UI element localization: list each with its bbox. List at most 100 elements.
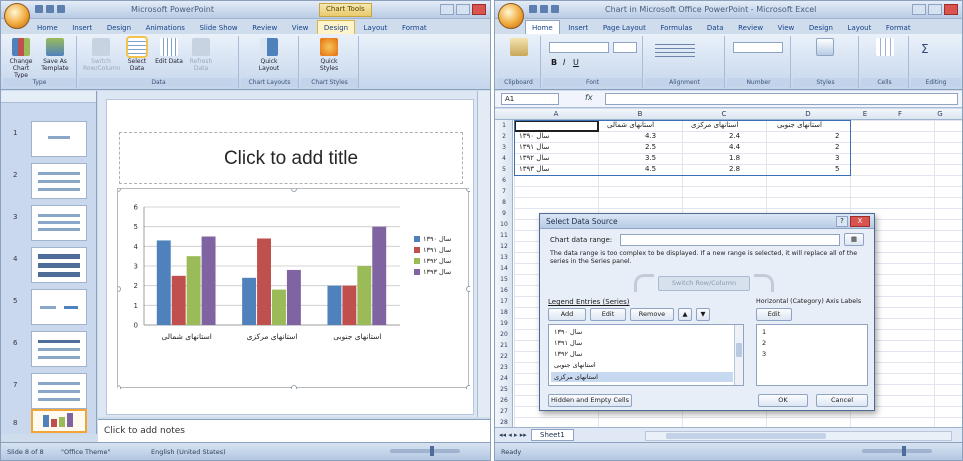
save-icon[interactable]: [35, 5, 43, 13]
tab-chart-design[interactable]: Design: [803, 21, 839, 35]
row-header-23[interactable]: 23: [495, 364, 513, 371]
zoom-slider[interactable]: [390, 446, 460, 456]
sheet-nav-icon[interactable]: ◂◂ ◂ ▸ ▸▸: [499, 431, 527, 439]
row-header-16[interactable]: 16: [495, 287, 513, 294]
slide-vertical-scrollbar[interactable]: [477, 91, 490, 417]
column-header-a[interactable]: A: [514, 110, 598, 118]
row-header-10[interactable]: 10: [495, 221, 513, 228]
header-cell-c1[interactable]: استانهای مرکزی: [691, 121, 738, 129]
minimize-button[interactable]: [440, 4, 454, 15]
row-header-7[interactable]: 7: [495, 188, 513, 195]
value-cell[interactable]: 5: [835, 165, 839, 173]
paste-button[interactable]: [505, 38, 533, 58]
row-label-cell[interactable]: سال ۱۳۹۰: [519, 132, 549, 140]
dialog-close-button[interactable]: X: [850, 216, 870, 227]
row-header-4[interactable]: 4: [495, 155, 513, 162]
axis-list-item[interactable]: 1: [759, 327, 857, 337]
header-cell-b1[interactable]: استانهای شمالی: [607, 121, 654, 129]
row-header-11[interactable]: 11: [495, 232, 513, 239]
change-chart-type-button[interactable]: Change Chart Type: [7, 38, 35, 79]
title-placeholder[interactable]: Click to add title: [119, 132, 463, 184]
row-header-1[interactable]: 1: [495, 122, 513, 129]
value-cell[interactable]: 4.5: [645, 165, 656, 173]
tab-chart-format[interactable]: Format: [396, 21, 433, 35]
tab-view[interactable]: View: [772, 21, 801, 35]
scroll-thumb[interactable]: [736, 343, 742, 357]
slide-thumbnail-1[interactable]: [31, 121, 87, 157]
row-header-12[interactable]: 12: [495, 243, 513, 250]
save-as-template-button[interactable]: Save As Template: [41, 38, 69, 72]
value-cell[interactable]: 2: [835, 132, 839, 140]
office-button[interactable]: [498, 3, 524, 29]
column-header-f[interactable]: F: [885, 110, 915, 118]
value-cell[interactable]: 2: [835, 143, 839, 151]
slide-thumbnail-7[interactable]: [31, 373, 87, 409]
slide-thumbnail-5[interactable]: [31, 289, 87, 325]
value-cell[interactable]: 2.8: [729, 165, 740, 173]
refresh-data-button[interactable]: Refresh Data: [187, 38, 215, 72]
row-header-5[interactable]: 5: [495, 166, 513, 173]
tab-insert[interactable]: Insert: [562, 21, 594, 35]
axis-list-item[interactable]: 2: [759, 338, 857, 348]
selected-cell-a1[interactable]: [514, 120, 599, 132]
slide-thumbnail-6[interactable]: [31, 331, 87, 367]
row-header-6[interactable]: 6: [495, 177, 513, 184]
cancel-button[interactable]: Cancel: [816, 394, 868, 407]
redo-icon[interactable]: [551, 5, 559, 13]
help-button[interactable]: ?: [836, 216, 848, 227]
tab-data[interactable]: Data: [701, 21, 730, 35]
remove-series-button[interactable]: Remove: [630, 308, 674, 321]
series-list-item-selected[interactable]: استانهای مرکزی: [551, 372, 733, 382]
row-header-28[interactable]: 28: [495, 419, 513, 426]
formula-input[interactable]: [605, 93, 958, 105]
series-list-scrollbar[interactable]: [734, 325, 743, 385]
value-cell[interactable]: 3: [835, 154, 839, 162]
sum-icon[interactable]: Σ: [921, 42, 929, 56]
tab-chart-layout[interactable]: Layout: [358, 21, 394, 35]
series-list-item[interactable]: سال ۱۳۹۱: [551, 338, 733, 348]
series-listbox[interactable]: سال ۱۳۹۰ سال ۱۳۹۱ سال ۱۳۹۲ استانهای جنوب…: [548, 324, 744, 386]
row-header-21[interactable]: 21: [495, 342, 513, 349]
zoom-thumb[interactable]: [430, 446, 434, 456]
series-list-item[interactable]: سال ۱۳۹۰: [551, 327, 733, 337]
maximize-button[interactable]: [456, 4, 470, 15]
row-header-8[interactable]: 8: [495, 199, 513, 206]
value-cell[interactable]: 2.5: [645, 143, 656, 151]
move-up-button[interactable]: ▲: [678, 308, 692, 321]
row-label-cell[interactable]: سال ۱۳۹۳: [519, 165, 549, 173]
tab-home[interactable]: Home: [525, 20, 560, 34]
office-button[interactable]: [4, 3, 30, 29]
axis-labels-listbox[interactable]: 1 2 3: [756, 324, 868, 386]
zoom-slider[interactable]: [862, 446, 932, 456]
number-format-field[interactable]: [733, 42, 783, 53]
row-label-cell[interactable]: سال ۱۳۹۱: [519, 143, 549, 151]
close-button[interactable]: [944, 4, 958, 15]
series-list-item[interactable]: استانهای جنوبی: [551, 360, 733, 370]
chart-range-input[interactable]: [620, 234, 840, 246]
column-header-b[interactable]: B: [598, 110, 682, 118]
tab-review[interactable]: Review: [732, 21, 769, 35]
row-label-cell[interactable]: سال ۱۳۹۲: [519, 154, 549, 162]
name-box[interactable]: A1: [501, 93, 559, 105]
quick-layout-button[interactable]: Quick Layout: [255, 38, 283, 72]
notes-pane[interactable]: Click to add notes: [98, 419, 490, 443]
row-header-25[interactable]: 25: [495, 386, 513, 393]
tab-chart-design[interactable]: Design: [316, 20, 356, 34]
scroll-thumb[interactable]: [666, 433, 826, 439]
tab-formulas[interactable]: Formulas: [654, 21, 698, 35]
row-header-20[interactable]: 20: [495, 331, 513, 338]
slide-thumbnail-3[interactable]: [31, 205, 87, 241]
tab-slide-show[interactable]: Slide Show: [193, 21, 243, 35]
italic-icon[interactable]: I: [563, 58, 565, 67]
font-size-field[interactable]: [613, 42, 637, 53]
close-button[interactable]: [472, 4, 486, 15]
edit-data-button[interactable]: Edit Data: [155, 38, 183, 65]
horizontal-scrollbar[interactable]: [645, 431, 952, 441]
thumbnail-tabs[interactable]: [1, 91, 96, 103]
edit-series-button[interactable]: Edit: [590, 308, 626, 321]
cell-styles-button[interactable]: [811, 38, 839, 58]
tab-home[interactable]: Home: [31, 21, 64, 35]
chart-frame[interactable]: 0 1 2 3 4 5 6 استانهای شمالی استانهای مرکزی استان…: [115, 186, 472, 391]
slide-thumbnail-8[interactable]: [31, 409, 87, 433]
column-header-d[interactable]: D: [766, 110, 850, 118]
